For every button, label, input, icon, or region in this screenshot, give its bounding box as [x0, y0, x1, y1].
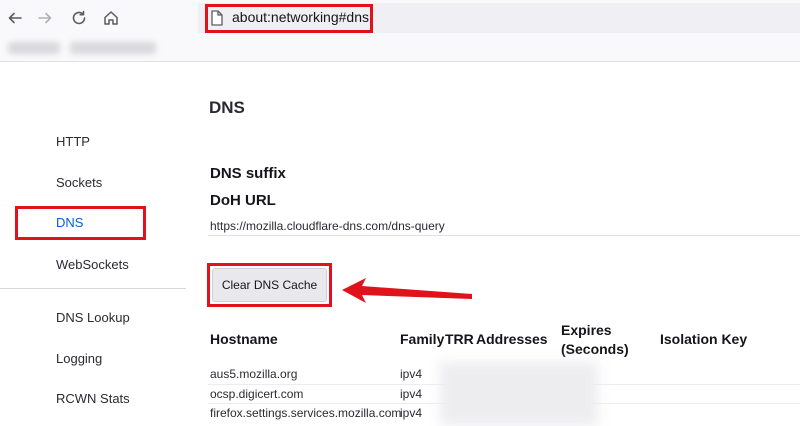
sidebar-item-dns-lookup[interactable]: DNS Lookup — [56, 310, 130, 325]
column-header-expires: Expires — [561, 322, 612, 338]
bookmark-item-blurred[interactable] — [70, 42, 156, 54]
table-row-hostname: ocsp.digicert.com — [210, 387, 304, 401]
dns-highlight-box — [15, 206, 146, 240]
column-header-hostname: Hostname — [210, 331, 278, 347]
table-row-hostname: firefox.settings.services.mozilla.com — [210, 406, 402, 420]
bookmarks-bar — [0, 36, 800, 62]
column-header-expires-unit: (Seconds) — [561, 341, 629, 357]
button-highlight-box — [207, 263, 332, 307]
arrow-left-icon[interactable] — [3, 6, 27, 30]
browser-toolbar: about:networking#dns — [0, 0, 800, 36]
url-highlight-box — [205, 4, 373, 33]
sidebar-item-sockets[interactable]: Sockets — [56, 175, 102, 190]
arrow-right-icon[interactable] — [33, 6, 57, 30]
sidebar-item-http[interactable]: HTTP — [56, 134, 90, 149]
sidebar-item-websockets[interactable]: WebSockets — [56, 257, 129, 272]
doh-url-value: https://mozilla.cloudflare-dns.com/dns-q… — [210, 219, 445, 233]
table-row-family: ipv4 — [400, 367, 423, 381]
reload-icon[interactable] — [67, 6, 91, 30]
home-icon[interactable] — [99, 6, 123, 30]
sidebar-item-rcwn-stats[interactable]: RCWN Stats — [56, 391, 130, 406]
table-row-hostname: aus5.mozilla.org — [210, 367, 298, 381]
section-divider — [208, 235, 800, 236]
red-arrow-annotation — [342, 278, 472, 303]
sidebar: HTTP Sockets DNS WebSockets DNS Lookup L… — [0, 62, 186, 426]
column-header-addresses: Addresses — [476, 331, 548, 347]
page-title: DNS — [209, 98, 245, 117]
doh-url-label: DoH URL — [210, 192, 276, 209]
addresses-redacted — [440, 362, 598, 426]
column-header-family: Family — [400, 331, 445, 347]
table-row-family: ipv4 — [400, 406, 423, 420]
sidebar-item-logging[interactable]: Logging — [56, 351, 102, 366]
sidebar-divider — [0, 288, 186, 289]
table-row-family: ipv4 — [400, 387, 423, 401]
bookmark-item-blurred[interactable] — [8, 42, 60, 54]
column-header-trr: TRR — [445, 331, 474, 347]
column-header-isolation-key: Isolation Key — [660, 331, 748, 347]
dns-suffix-label: DNS suffix — [210, 165, 286, 182]
